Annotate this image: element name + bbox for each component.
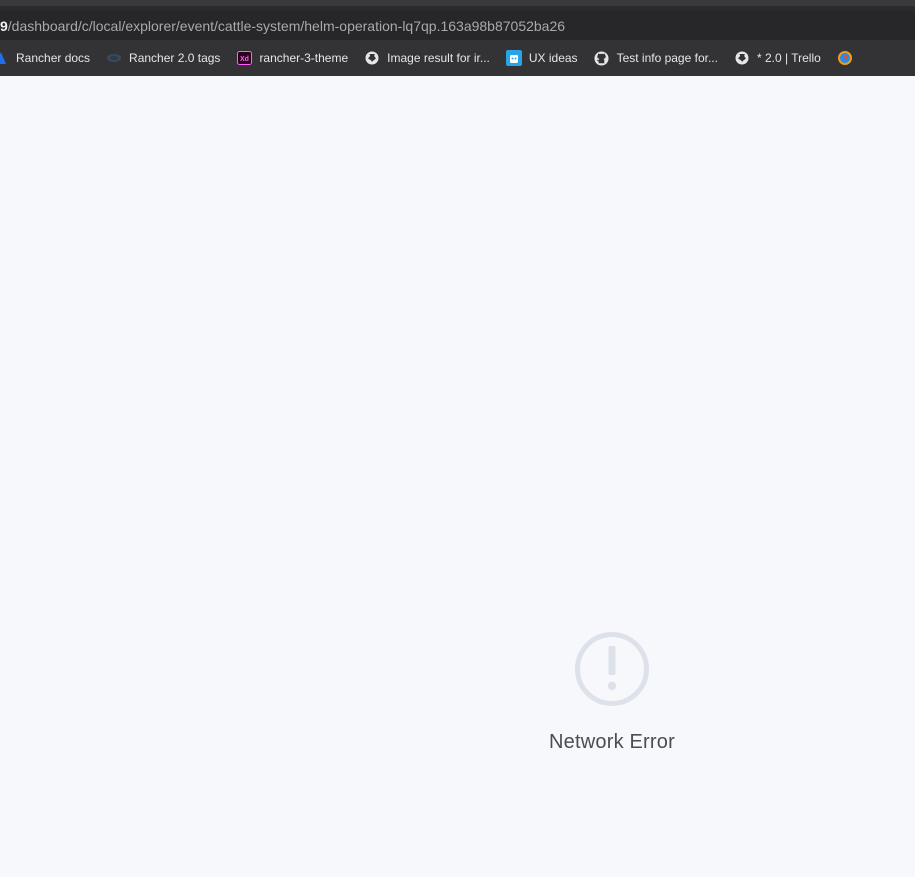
bookmark-label: Test info page for... bbox=[616, 51, 718, 65]
bookmark-label: Rancher docs bbox=[16, 51, 91, 65]
globe-icon bbox=[364, 50, 380, 66]
url-path: /dashboard/c/local/explorer/event/cattle… bbox=[7, 17, 566, 34]
bookmark-label: Rancher 2.0 tags bbox=[129, 51, 221, 65]
bookmark-test-info[interactable]: Test info page for... bbox=[594, 40, 718, 76]
bookmark-rancher-tags[interactable]: Rancher 2.0 tags bbox=[106, 40, 220, 76]
bookmark-rancher-3-theme[interactable]: Xd rancher-3-theme bbox=[236, 40, 348, 76]
rancher-logo-icon bbox=[0, 50, 9, 66]
bookmark-label: rancher-3-theme bbox=[259, 51, 349, 65]
colorful-circle-icon bbox=[837, 50, 853, 66]
bookmark-ux-ideas[interactable]: UX ideas bbox=[505, 40, 578, 76]
bookmark-label: * 2.0 | Trello bbox=[756, 51, 821, 65]
globe-icon bbox=[734, 50, 750, 66]
github-icon bbox=[594, 50, 610, 66]
rancher-cow-icon bbox=[106, 50, 122, 66]
bookmark-rancher-docs[interactable]: Rancher docs bbox=[0, 40, 90, 76]
browser-tab-strip bbox=[0, 0, 915, 11]
page-content: Network Error bbox=[0, 76, 915, 877]
url-prefix: 9 bbox=[0, 17, 8, 34]
bookmark-trello[interactable]: * 2.0 | Trello bbox=[734, 40, 821, 76]
robot-icon bbox=[505, 50, 522, 66]
bookmark-image-result[interactable]: Image result for ir... bbox=[364, 40, 490, 76]
bookmark-label: UX ideas bbox=[528, 51, 578, 65]
bookmark-label: Image result for ir... bbox=[387, 51, 490, 65]
bookmarks-bar: Rancher docs Rancher 2.0 tags Xd rancher… bbox=[0, 40, 915, 77]
svg-text:Xd: Xd bbox=[240, 56, 249, 63]
error-state: Network Error bbox=[512, 631, 712, 754]
bookmark-overflow[interactable] bbox=[837, 40, 860, 76]
exclamation-circle-icon bbox=[575, 632, 649, 706]
address-bar[interactable]: 9/dashboard/c/local/explorer/event/cattl… bbox=[0, 11, 915, 40]
adobe-xd-icon: Xd bbox=[236, 50, 252, 66]
error-message: Network Error bbox=[549, 731, 675, 753]
